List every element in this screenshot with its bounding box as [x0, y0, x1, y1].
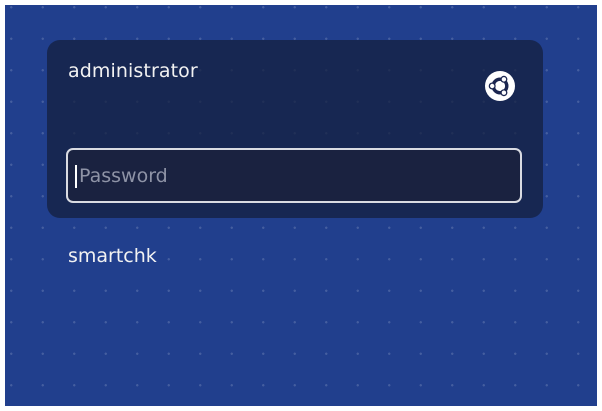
ubuntu-logo-icon[interactable]	[484, 70, 516, 102]
login-screen: administrator smartchk	[5, 5, 597, 406]
ubuntu-logo-svg	[485, 71, 515, 101]
password-input[interactable]	[79, 150, 509, 201]
text-cursor	[75, 165, 77, 188]
login-card: administrator	[47, 40, 543, 218]
user-list-item-smartchk[interactable]: smartchk	[68, 245, 157, 267]
password-field[interactable]	[66, 148, 522, 203]
selected-username: administrator	[68, 60, 198, 82]
